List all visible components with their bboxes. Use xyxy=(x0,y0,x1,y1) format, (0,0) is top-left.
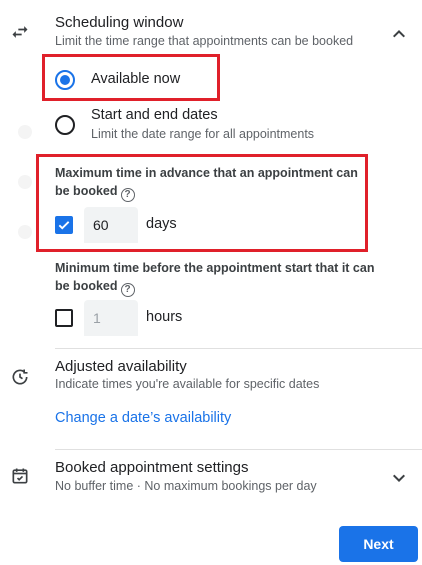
min-before-label: Minimum time before the appointment star… xyxy=(55,259,390,297)
highlight-box-max-advance xyxy=(36,154,368,252)
start-end-dates-sublabel: Limit the date range for all appointment… xyxy=(91,127,315,141)
help-icon[interactable]: ? xyxy=(120,283,135,297)
booked-settings-subtitle: No buffer time · No maximum bookings per… xyxy=(55,479,317,493)
adjusted-availability-title: Adjusted availability xyxy=(55,358,187,375)
change-date-availability-link[interactable]: Change a date’s availability xyxy=(55,410,231,426)
background-decoration xyxy=(18,225,32,239)
swap-arrows-icon xyxy=(10,22,30,42)
chevron-up-icon[interactable] xyxy=(387,22,411,46)
min-before-hours-input[interactable] xyxy=(84,300,138,336)
start-end-dates-label[interactable]: Start and end dates xyxy=(91,107,218,123)
calendar-refresh-icon xyxy=(10,367,30,387)
highlight-box-available-now xyxy=(42,54,220,101)
booked-settings-title: Booked appointment settings xyxy=(55,459,249,476)
min-before-checkbox[interactable] xyxy=(55,309,73,327)
scheduling-window-title: Scheduling window xyxy=(55,14,184,31)
min-before-label-text: Minimum time before the appointment star… xyxy=(55,261,375,293)
divider xyxy=(55,449,422,450)
min-before-unit: hours xyxy=(146,309,183,325)
chevron-down-icon[interactable] xyxy=(387,466,411,490)
background-decoration xyxy=(18,125,32,139)
scheduling-window-subtitle: Limit the time range that appointments c… xyxy=(55,34,354,48)
divider xyxy=(55,348,422,349)
adjusted-availability-subtitle: Indicate times you're available for spec… xyxy=(55,377,320,391)
calendar-check-icon xyxy=(10,466,30,486)
background-decoration xyxy=(18,175,32,189)
start-end-dates-radio[interactable] xyxy=(55,115,75,135)
next-button[interactable]: Next xyxy=(339,526,418,562)
